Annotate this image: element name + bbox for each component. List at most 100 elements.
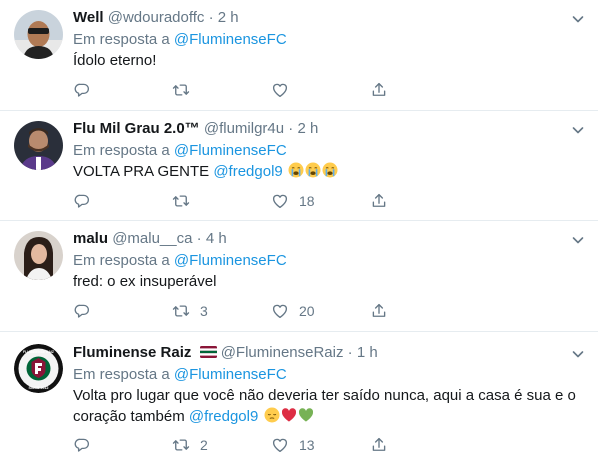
reply-prefix: Em resposta a <box>73 142 170 159</box>
like-icon <box>271 302 289 320</box>
tweet[interactable]: FLUMINENSE RAIZ SINCE 2012 Fluminense Ra… <box>0 332 598 454</box>
chevron-down-icon[interactable] <box>570 11 586 27</box>
reply-to-link[interactable]: @FluminenseFC <box>174 366 287 383</box>
like-count: 18 <box>299 193 315 209</box>
share-button[interactable] <box>370 301 388 321</box>
reply-button[interactable] <box>73 191 101 211</box>
chevron-down-icon[interactable] <box>570 232 586 248</box>
timestamp[interactable]: 2 h <box>218 9 239 26</box>
retweet-icon <box>172 81 190 99</box>
reply-button[interactable] <box>73 435 101 454</box>
separator-dot: · <box>196 230 202 247</box>
crying-face-emoji <box>288 162 304 178</box>
reply-to-link[interactable]: @FluminenseFC <box>174 31 287 48</box>
avatar[interactable]: FLUMINENSE RAIZ SINCE 2012 <box>14 344 63 393</box>
like-button[interactable] <box>271 80 299 100</box>
retweet-count: 3 <box>200 303 208 319</box>
reply-icon <box>73 436 91 454</box>
share-button[interactable] <box>370 191 388 211</box>
tweet-header: Flu Mil Grau 2.0™ @flumilgr4u · 2 h <box>73 119 318 139</box>
retweet-button[interactable]: 3 <box>172 301 208 321</box>
chevron-down-icon[interactable] <box>570 346 586 362</box>
green-heart-emoji <box>298 407 314 423</box>
tweet-text-body: VOLTA PRA GENTE <box>73 163 210 180</box>
tweet-text-line: Volta pro lugar que você não deveria ter… <box>73 387 576 404</box>
user-handle[interactable]: @FluminenseRaiz <box>221 344 344 361</box>
avatar-logo-text-bottom: SINCE 2012 <box>29 386 49 390</box>
like-icon <box>271 81 289 99</box>
separator-dot: · <box>288 120 294 137</box>
user-handle[interactable]: @malu__ca <box>112 230 192 247</box>
mention-link[interactable]: @fredgol9 <box>189 408 258 425</box>
timestamp[interactable]: 1 h <box>357 344 378 361</box>
share-button[interactable] <box>370 80 388 100</box>
tweet-actions: 2 13 <box>73 435 403 454</box>
avatar[interactable] <box>14 10 63 59</box>
tweet-actions <box>73 80 403 100</box>
mention-link[interactable]: @fredgol9 <box>213 163 282 180</box>
tweet-text-line: coração também @fredgol9 <box>73 406 580 427</box>
red-heart-emoji <box>281 407 297 423</box>
retweet-button[interactable] <box>172 80 200 100</box>
reply-button[interactable] <box>73 301 101 321</box>
like-button[interactable]: 18 <box>271 191 315 211</box>
reply-context: Em resposta a @FluminenseFC <box>73 251 287 271</box>
like-count: 13 <box>299 437 315 453</box>
retweet-icon <box>172 302 190 320</box>
tweet[interactable]: malu @malu__ca · 4 h Em resposta a @Flum… <box>0 221 598 332</box>
separator-dot: · <box>208 9 214 26</box>
tweet-header: Fluminense Raiz @FluminenseRaiz · 1 h <box>73 343 378 363</box>
reply-icon <box>73 81 91 99</box>
share-icon <box>370 192 388 210</box>
reply-context: Em resposta a @FluminenseFC <box>73 365 287 385</box>
avatar[interactable] <box>14 121 63 170</box>
display-name[interactable]: malu <box>73 230 108 247</box>
share-icon <box>370 81 388 99</box>
crying-face-emoji <box>305 162 321 178</box>
reply-to-link[interactable]: @FluminenseFC <box>174 252 287 269</box>
like-button[interactable]: 13 <box>271 435 315 454</box>
user-handle[interactable]: @flumilgr4u <box>204 120 284 137</box>
tweet[interactable]: Well @wdouradoffc · 2 h Em resposta a @F… <box>0 0 598 111</box>
share-icon <box>370 436 388 454</box>
like-icon <box>271 192 289 210</box>
reply-icon <box>73 192 91 210</box>
share-icon <box>370 302 388 320</box>
reply-prefix: Em resposta a <box>73 31 170 48</box>
chevron-down-icon[interactable] <box>570 122 586 138</box>
tweet-header: malu @malu__ca · 4 h <box>73 229 227 249</box>
crying-face-emoji <box>322 162 338 178</box>
user-handle[interactable]: @wdouradoffc <box>108 9 205 26</box>
reply-icon <box>73 302 91 320</box>
tweet-text: Ídolo eterno! <box>73 52 157 69</box>
tweet[interactable]: Flu Mil Grau 2.0™ @flumilgr4u · 2 h Em r… <box>0 111 598 221</box>
tweet-actions: 18 <box>73 191 403 211</box>
like-button[interactable]: 20 <box>271 301 315 321</box>
timestamp[interactable]: 4 h <box>206 230 227 247</box>
display-name[interactable]: Fluminense Raiz <box>73 344 191 361</box>
tweet-header: Well @wdouradoffc · 2 h <box>73 8 239 28</box>
separator-dot: · <box>347 344 353 361</box>
share-button[interactable] <box>370 435 388 454</box>
retweet-icon <box>172 436 190 454</box>
tweet-text: fred: o ex insuperável <box>73 273 217 290</box>
retweet-button[interactable] <box>172 191 200 211</box>
reply-button[interactable] <box>73 80 101 100</box>
avatar[interactable] <box>14 231 63 280</box>
reply-to-link[interactable]: @FluminenseFC <box>174 142 287 159</box>
retweet-icon <box>172 192 190 210</box>
timestamp[interactable]: 2 h <box>297 120 318 137</box>
avatar-logo-text-top: FLUMINENSE RAIZ <box>23 350 54 354</box>
display-name[interactable]: Flu Mil Grau 2.0™ <box>73 120 200 137</box>
retweet-button[interactable]: 2 <box>172 435 208 454</box>
tweet-text: Volta pro lugar que você não deveria ter… <box>73 385 580 427</box>
reply-context: Em resposta a @FluminenseFC <box>73 141 287 161</box>
display-name[interactable]: Well <box>73 9 104 26</box>
tweet-text-body: coração também <box>73 408 185 425</box>
pensive-face-emoji <box>264 407 280 423</box>
tweet-text: VOLTA PRA GENTE @fredgol9 <box>73 161 580 182</box>
retweet-count: 2 <box>200 437 208 453</box>
reply-prefix: Em resposta a <box>73 252 170 269</box>
tweet-actions: 3 20 <box>73 301 403 321</box>
reply-context: Em resposta a @FluminenseFC <box>73 30 287 50</box>
